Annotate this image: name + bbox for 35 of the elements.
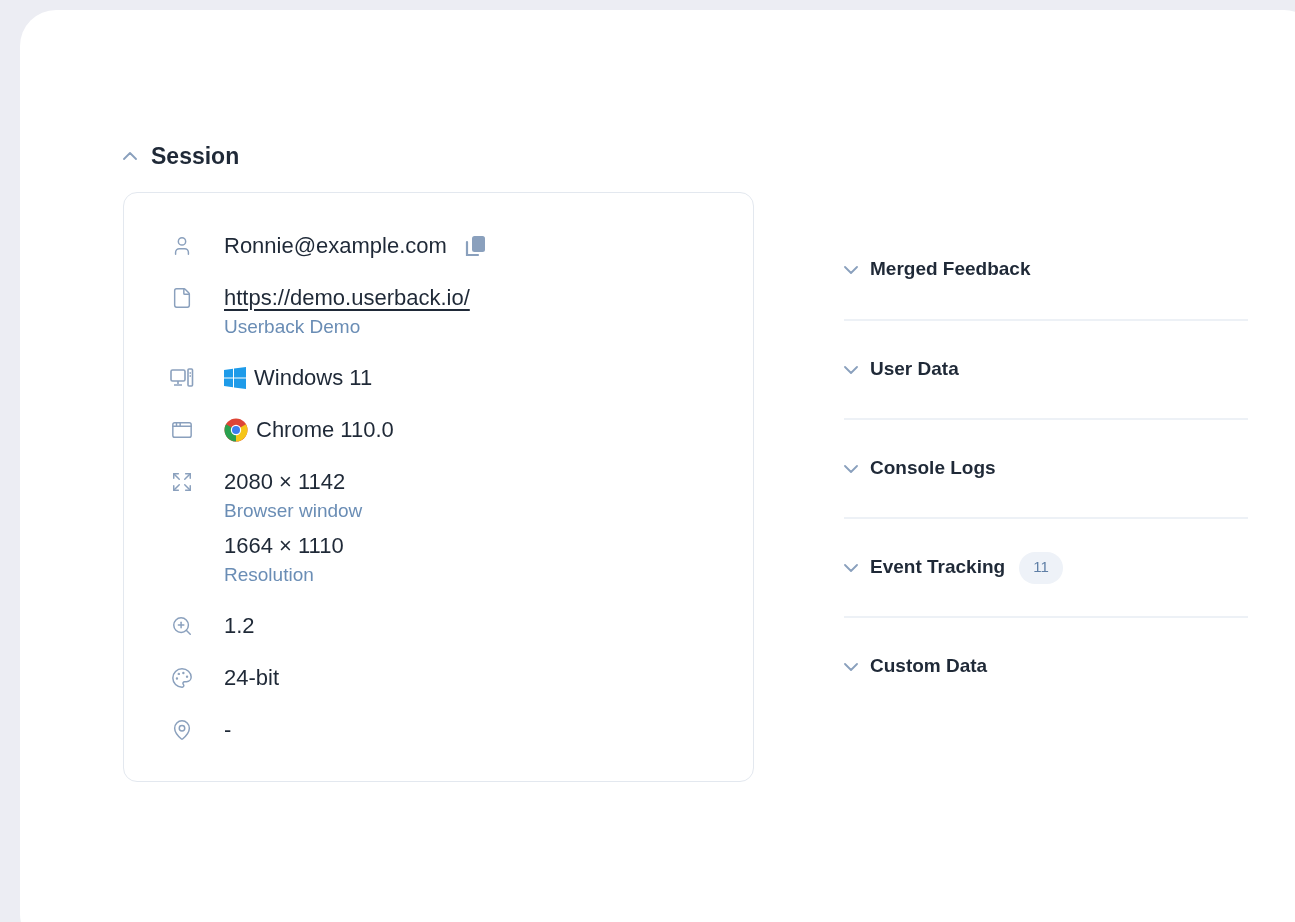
detail-value: 1664 × 1110	[224, 533, 344, 558]
section-toggle[interactable]: Custom Data	[844, 649, 988, 684]
detail-value: -	[224, 716, 232, 744]
windows-logo-icon	[224, 367, 246, 389]
detail-value: 24-bit	[224, 664, 280, 692]
zoom-in-icon	[171, 615, 193, 637]
chevron-up-icon	[123, 152, 137, 160]
expand-icon	[171, 471, 193, 493]
palette-icon	[171, 667, 193, 689]
detail-value: 1.2	[224, 612, 255, 640]
page-icon	[171, 287, 193, 309]
detail-value: 2080 × 1142	[224, 468, 346, 496]
value-caption: Userback Demo	[224, 315, 362, 339]
section-toggle[interactable]: Console Logs	[844, 451, 996, 486]
copy-icon[interactable]	[464, 235, 487, 257]
chrome-logo-icon	[224, 418, 248, 442]
value-caption: Browser window	[224, 499, 363, 523]
chevron-down-icon	[844, 365, 858, 374]
detail-value: Windows 11	[254, 364, 373, 392]
detail-value: Chrome 110.0	[256, 416, 394, 444]
chevron-down-icon	[844, 662, 858, 671]
chevron-down-icon	[844, 464, 858, 473]
section-toggle[interactable]: Merged Feedback	[844, 252, 1031, 287]
browser-window-icon	[171, 419, 193, 441]
section-toggle[interactable]: User Data	[844, 352, 959, 387]
location-pin-icon	[171, 719, 193, 741]
detail-value: Ronnie@example.com	[224, 232, 447, 260]
desktop-computer-icon	[170, 367, 194, 389]
count-badge: 11	[1019, 551, 1063, 584]
chevron-down-icon	[844, 563, 858, 572]
section-toggle[interactable]: Session	[123, 138, 240, 174]
section-toggle[interactable]: Event Tracking	[844, 550, 1006, 585]
page-link[interactable]: https://demo.userback.io/	[224, 283, 470, 313]
chevron-down-icon	[844, 265, 858, 274]
value-caption: Resolution	[224, 563, 315, 587]
